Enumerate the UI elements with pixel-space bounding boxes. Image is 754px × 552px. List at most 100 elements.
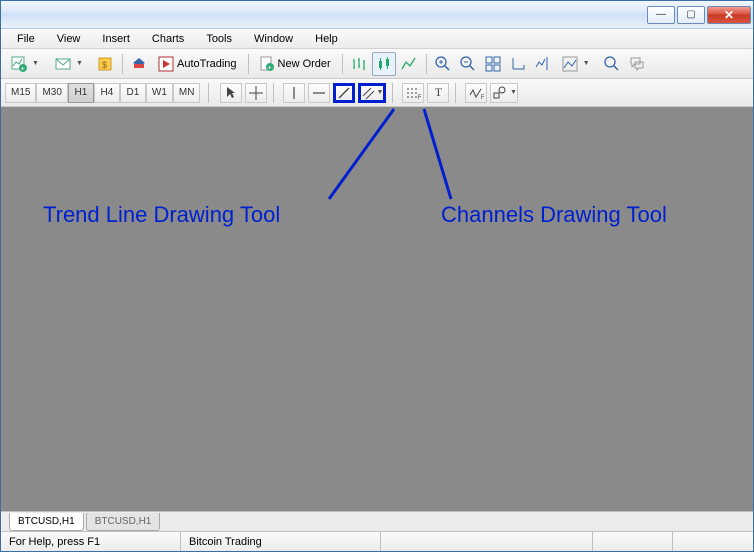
candlestick-icon — [376, 56, 392, 72]
timeframe-d1[interactable]: D1 — [120, 83, 146, 103]
zoom-out-icon — [460, 56, 476, 72]
text-icon: T — [435, 85, 442, 100]
speech-bubble-icon — [629, 56, 645, 72]
timeframe-h4[interactable]: H4 — [94, 83, 120, 103]
text-tool[interactable]: T — [427, 83, 449, 103]
line-chart-plus-icon: + — [11, 56, 27, 72]
separator — [273, 83, 274, 103]
expert-advisors-button[interactable] — [127, 52, 151, 76]
chart-tab-inactive[interactable]: BTCUSD,H1 — [86, 513, 161, 531]
line-chart-button[interactable] — [397, 52, 421, 76]
main-toolbar: + ▼ ▼ $ AutoTrading + New Order — [1, 49, 753, 79]
status-bar: For Help, press F1 Bitcoin Trading — [1, 531, 753, 551]
chart-shift-button[interactable] — [531, 52, 555, 76]
svg-text:+: + — [267, 65, 271, 72]
channels-tool[interactable]: ▼ — [358, 83, 386, 103]
periodicity-button[interactable] — [600, 52, 624, 76]
annotation-channels: Channels Drawing Tool — [441, 202, 667, 228]
maximize-button[interactable]: ▢ — [677, 6, 705, 24]
trend-line-tool[interactable] — [333, 83, 355, 103]
zoom-in-button[interactable] — [431, 52, 455, 76]
polyline-icon — [401, 56, 417, 72]
dropdown-arrow-icon: ▼ — [32, 60, 42, 67]
neworder-label: New Order — [278, 58, 331, 70]
dropdown-arrow-icon: ▼ — [377, 89, 384, 96]
svg-text:$: $ — [102, 60, 107, 70]
menu-insert[interactable]: Insert — [92, 31, 140, 47]
menu-charts[interactable]: Charts — [142, 31, 194, 47]
zoom-out-button[interactable] — [456, 52, 480, 76]
chart-tab-active[interactable]: BTCUSD,H1 — [9, 513, 84, 531]
shapes-icon — [492, 85, 508, 101]
diagonal-line-icon — [336, 85, 352, 101]
crosshair-tool[interactable] — [245, 83, 267, 103]
grid-icon — [485, 56, 501, 72]
status-empty2 — [593, 532, 673, 551]
menu-tools[interactable]: Tools — [196, 31, 242, 47]
zoom-in-icon — [435, 56, 451, 72]
timeframe-h1[interactable]: H1 — [68, 83, 94, 103]
chart-canvas[interactable]: Trend Line Drawing Tool Channels Drawing… — [1, 107, 753, 511]
play-icon — [158, 56, 174, 72]
scroll-icon — [510, 56, 526, 72]
dropdown-arrow-icon: ▼ — [510, 89, 517, 96]
chart-tabs: BTCUSD,H1 BTCUSD,H1 — [1, 511, 753, 531]
separator — [248, 54, 249, 74]
coins-icon: $ — [97, 56, 113, 72]
objects-tool[interactable]: ▼ — [490, 83, 518, 103]
menu-file[interactable]: File — [7, 31, 45, 47]
horizontal-line-tool[interactable] — [308, 83, 330, 103]
candlestick-button[interactable] — [372, 52, 396, 76]
document-plus-icon: + — [259, 56, 275, 72]
separator — [208, 83, 209, 103]
menu-bar: File View Insert Charts Tools Window Hel… — [1, 29, 753, 49]
f-label: F — [418, 95, 422, 101]
channel-icon — [361, 85, 374, 101]
timeframe-toolbar: M15 M30 H1 H4 D1 W1 MN ▼ F — [1, 79, 753, 107]
expert-line-tool[interactable]: F — [465, 83, 487, 103]
separator — [122, 54, 123, 74]
bar-chart-button[interactable] — [347, 52, 371, 76]
autotrading-button[interactable]: AutoTrading — [152, 52, 243, 76]
window-titlebar: ― ▢ ✕ — [1, 1, 753, 29]
status-empty1 — [381, 532, 593, 551]
envelope-icon — [55, 56, 71, 72]
status-help: For Help, press F1 — [1, 532, 181, 551]
separator — [392, 83, 393, 103]
timeframe-m15[interactable]: M15 — [5, 83, 36, 103]
status-empty3 — [673, 532, 753, 551]
tile-windows-button[interactable] — [481, 52, 505, 76]
market-watch-button[interactable]: $ — [93, 52, 117, 76]
vertical-line-tool[interactable] — [283, 83, 305, 103]
status-title: Bitcoin Trading — [181, 532, 381, 551]
timeframe-mn[interactable]: MN — [173, 83, 201, 103]
chart-shift-icon — [535, 56, 551, 72]
new-order-button[interactable]: + New Order — [253, 52, 337, 76]
fibonacci-tool[interactable]: F — [402, 83, 424, 103]
menu-window[interactable]: Window — [244, 31, 303, 47]
svg-text:+: + — [21, 66, 25, 72]
menu-help[interactable]: Help — [305, 31, 348, 47]
auto-scroll-button[interactable] — [506, 52, 530, 76]
crosshair-icon — [248, 85, 264, 101]
chat-button[interactable] — [625, 52, 649, 76]
menu-view[interactable]: View — [47, 31, 91, 47]
profile-button[interactable]: ▼ — [49, 52, 92, 76]
dropdown-arrow-icon: ▼ — [583, 60, 593, 67]
search-icon — [604, 56, 620, 72]
hat-icon — [131, 56, 147, 72]
new-chart-button[interactable]: + ▼ — [5, 52, 48, 76]
dropdown-arrow-icon: ▼ — [76, 60, 86, 67]
close-button[interactable]: ✕ — [707, 6, 751, 24]
timeframe-m30[interactable]: M30 — [36, 83, 67, 103]
cursor-tool[interactable] — [220, 83, 242, 103]
autotrading-label: AutoTrading — [177, 58, 237, 70]
annotation-connector-lines — [1, 107, 753, 527]
arrow-cursor-icon — [223, 85, 239, 101]
separator — [426, 54, 427, 74]
hline-icon — [311, 85, 327, 101]
timeframe-w1[interactable]: W1 — [146, 83, 173, 103]
application-window: ― ▢ ✕ File View Insert Charts Tools Wind… — [0, 0, 754, 552]
minimize-button[interactable]: ― — [647, 6, 675, 24]
indicators-button[interactable]: ▼ — [556, 52, 599, 76]
